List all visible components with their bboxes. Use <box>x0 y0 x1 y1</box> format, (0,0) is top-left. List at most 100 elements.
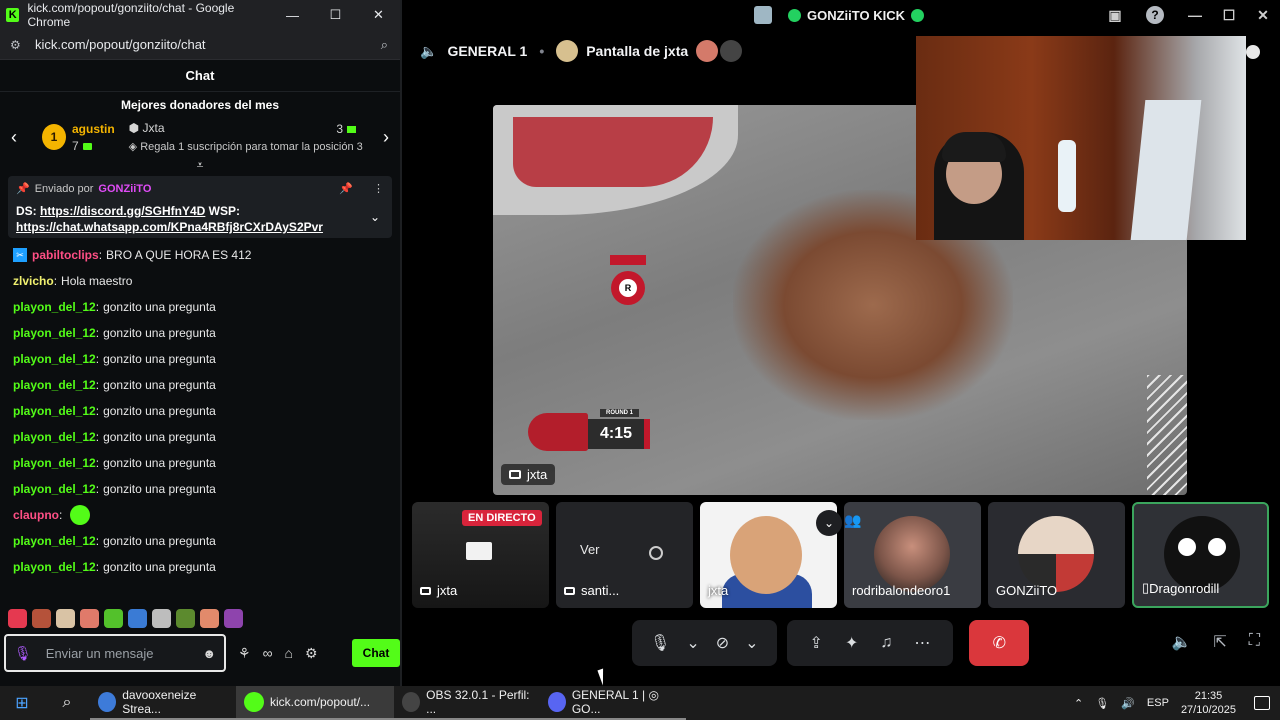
chat-username[interactable]: zlvicho <box>13 274 54 288</box>
taskbar-app[interactable]: OBS 32.0.1 - Perfil: ... <box>394 686 540 720</box>
fullscreen-icon[interactable]: ⛶ <box>1249 632 1260 652</box>
mic-tray-icon[interactable]: 🎙 <box>1095 697 1109 710</box>
infinity-icon[interactable]: ∞ <box>263 645 273 662</box>
popout-icon[interactable]: ⇱ <box>1213 632 1226 652</box>
inbox-icon[interactable]: ▣ <box>1098 7 1132 24</box>
chat-username[interactable]: playon_del_12 <box>13 430 96 444</box>
more-icon[interactable]: ⋯ <box>914 633 930 653</box>
emoji-icon[interactable]: ☻ <box>202 646 216 661</box>
chat-username[interactable]: playon_del_12 <box>13 378 96 392</box>
discord-link[interactable]: https://discord.gg/SGHfnY4D <box>40 204 205 218</box>
chat-username[interactable]: playon_del_12 <box>13 300 96 314</box>
emote[interactable] <box>224 609 243 628</box>
minimize-button[interactable]: — <box>271 0 314 30</box>
pinned-author[interactable]: GONZiiTO <box>98 183 151 195</box>
chat-username[interactable]: playon_del_12 <box>13 560 96 574</box>
camera-off-icon[interactable]: ⊘ <box>716 633 729 653</box>
share-screen-icon[interactable]: ⇪ <box>810 633 823 653</box>
participant-tile-speaking[interactable]: ▯ Dragonrodill <box>1132 502 1269 608</box>
chat-username[interactable]: pabiltoclips <box>32 248 99 262</box>
emote[interactable] <box>56 609 75 628</box>
collapse-icon[interactable]: ⩡ <box>0 158 400 172</box>
users-icon[interactable]: 👥 <box>844 512 861 529</box>
settings-icon[interactable]: ⚙ <box>305 645 318 662</box>
windows-start-icon[interactable]: ⊞ <box>0 693 44 713</box>
help-icon[interactable]: ? <box>1146 6 1164 24</box>
emote[interactable] <box>152 609 171 628</box>
pin-icon: 📌 <box>16 183 30 195</box>
activities-icon[interactable]: ✦ <box>845 633 858 653</box>
chat-text: gonzito una pregunta <box>103 378 216 392</box>
language-indicator[interactable]: ESP <box>1147 697 1169 709</box>
close-button[interactable]: ✕ <box>357 0 400 30</box>
emote[interactable] <box>32 609 51 628</box>
donor-slot-gift[interactable]: ◈ Regala 1 suscripción para tomar la pos… <box>129 140 363 153</box>
emote[interactable] <box>8 609 27 628</box>
volume-tray-icon[interactable]: 🔊 <box>1121 697 1135 710</box>
leave-call-button[interactable]: ✆ <box>969 620 1030 666</box>
close-button[interactable]: ✕ <box>1246 7 1280 24</box>
chat-input[interactable]: 🎙 Enviar un mensaje ☻ <box>4 634 226 672</box>
participant-tile[interactable]: Ver santi... <box>556 502 693 608</box>
emote[interactable] <box>80 609 99 628</box>
chevron-right-icon[interactable]: › <box>372 127 400 148</box>
chat-text: gonzito una pregunta <box>103 300 216 314</box>
chevron-up-icon[interactable]: ⌃ <box>1074 697 1083 710</box>
participant-tile[interactable]: GONZiiTO <box>988 502 1125 608</box>
watch-stream-button[interactable]: Ver <box>580 542 600 557</box>
minimize-button[interactable]: — <box>1178 7 1212 23</box>
donor-slot-count-value: 3 <box>336 122 343 136</box>
voice-channel-name[interactable]: GENERAL 1 <box>447 43 527 59</box>
gift-icon[interactable]: ⚘ <box>238 645 251 662</box>
chevron-left-icon[interactable]: ‹ <box>0 127 28 148</box>
volume-icon[interactable]: 🔈 <box>1171 632 1191 652</box>
emote[interactable] <box>200 609 219 628</box>
chat-message: playon_del_12: gonzito una pregunta <box>13 424 400 450</box>
emote[interactable] <box>176 609 195 628</box>
chat-username[interactable]: playon_del_12 <box>13 326 96 340</box>
chevron-down-icon[interactable]: ⌄ <box>745 633 758 653</box>
participant-tile[interactable]: EN DIRECTO jxta <box>412 502 549 608</box>
tile-label: santi... <box>564 583 619 598</box>
taskbar-app[interactable]: GENERAL 1 | ◎ GO... <box>540 686 686 720</box>
taskbar-app[interactable]: davooxeneize Strea... <box>90 686 236 720</box>
store-icon[interactable]: ⌂ <box>285 645 293 662</box>
search-icon[interactable]: ⌕ <box>44 694 90 712</box>
green-dot-icon <box>788 8 801 22</box>
chat-username[interactable]: claupno <box>13 508 59 522</box>
taskbar-app[interactable]: kick.com/popout/... <box>236 686 394 720</box>
send-chat-button[interactable]: Chat <box>352 639 400 667</box>
more-options-icon[interactable]: ⋮ <box>373 182 384 195</box>
microphone-icon[interactable]: 🎙 <box>650 633 670 653</box>
chat-colon: : <box>53 274 58 288</box>
chevron-down-icon[interactable]: ⌄ <box>370 210 380 224</box>
chevron-down-icon[interactable]: ⌄ <box>686 633 699 653</box>
address-bar[interactable]: ⚙ kick.com/popout/gonziito/chat ⌕ <box>0 30 400 60</box>
pinned-body: DS: https://discord.gg/SGHfnY4D WSP: htt… <box>16 203 384 235</box>
referee-tag <box>610 255 646 265</box>
whatsapp-link[interactable]: https://chat.whatsapp.com/KPna4RBfj8rCXr… <box>16 220 323 234</box>
url-text[interactable]: kick.com/popout/gonziito/chat <box>35 37 206 52</box>
clock[interactable]: 21:35 27/10/2025 <box>1181 689 1236 717</box>
mic-icon[interactable]: 🎙 <box>14 645 32 662</box>
chat-username[interactable]: playon_del_12 <box>13 456 96 470</box>
chevron-down-icon[interactable]: ⌄ <box>816 510 842 536</box>
chat-username[interactable]: playon_del_12 <box>13 482 96 496</box>
chat-username[interactable]: playon_del_12 <box>13 352 96 366</box>
chat-username[interactable]: playon_del_12 <box>13 404 96 418</box>
unpin-icon[interactable]: 📌 <box>339 182 353 195</box>
site-settings-icon[interactable]: ⚙ <box>10 38 24 52</box>
emote[interactable] <box>104 609 123 628</box>
participant-tile[interactable]: rodribalondeoro1 <box>844 502 981 608</box>
zoom-icon[interactable]: ⌕ <box>381 37 388 53</box>
maximize-button[interactable]: ☐ <box>314 0 357 30</box>
top-donor-name[interactable]: agustin <box>72 122 115 136</box>
notifications-icon[interactable] <box>1254 696 1270 710</box>
soundboard-icon[interactable]: ♫ <box>880 634 892 652</box>
emote[interactable] <box>128 609 147 628</box>
tile-label: rodribalondeoro1 <box>852 583 951 598</box>
maximize-button[interactable]: ☐ <box>1212 7 1246 24</box>
watch-icon[interactable] <box>649 546 663 560</box>
sub-gift-icon <box>82 142 92 150</box>
chat-username[interactable]: playon_del_12 <box>13 534 96 548</box>
